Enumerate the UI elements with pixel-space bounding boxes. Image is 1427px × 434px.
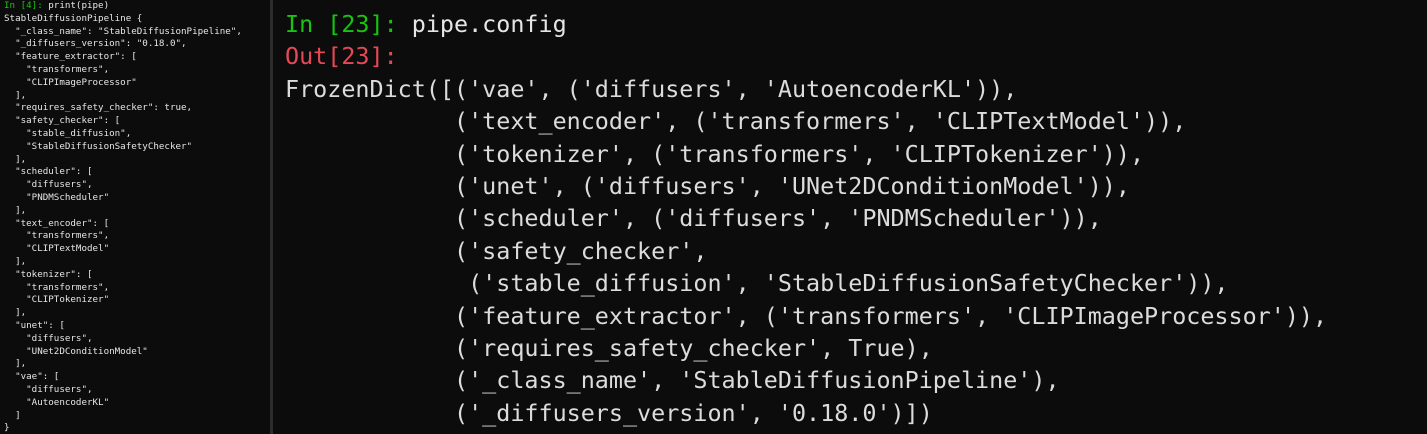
output-prompt: Out[23]: <box>285 42 398 71</box>
left-output-line: "tokenizer": [ <box>4 268 93 280</box>
left-output-line: "scheduler": [ <box>4 166 93 178</box>
left-output-line: "CLIPTextModel" <box>4 243 110 255</box>
left-output-line: "feature_extractor": [ <box>4 51 137 63</box>
input-prompt: In [23]: <box>285 10 398 38</box>
left-output-line: ], <box>4 307 27 319</box>
output-line: ('_class_name', 'StableDiffusionPipeline… <box>285 366 1060 395</box>
left-output-line: "CLIPTokenizer" <box>4 294 110 306</box>
left-output-line: "diffusers", <box>4 179 93 191</box>
left-input-line: In [4]: print(pipe) <box>4 0 109 13</box>
output-line: ('unet', ('diffusers', 'UNet2DConditionM… <box>285 172 1130 200</box>
left-input-command: print(pipe) <box>42 0 110 11</box>
output-line: ('text_encoder', ('transformers', 'CLIPT… <box>285 107 1187 136</box>
output-line: ('requires_safety_checker', True), <box>285 334 933 362</box>
output-line: ('safety_checker', <box>285 236 708 265</box>
terminal-window: In [4]: print(pipe) StableDiffusionPipel… <box>0 0 1427 434</box>
left-output-line: "safety_checker": [ <box>4 115 121 127</box>
left-terminal-pane[interactable]: In [4]: print(pipe) StableDiffusionPipel… <box>0 0 270 434</box>
input-line: In [23]: pipe.config <box>285 8 567 40</box>
left-output-line: "transformers", <box>4 281 110 293</box>
left-output-line: "PNDMScheduler" <box>4 192 110 203</box>
left-output-line: "transformers", <box>4 64 110 75</box>
left-output-line: "diffusers", <box>4 332 93 344</box>
left-output-line: "CLIPImageProcessor" <box>4 76 137 88</box>
left-output-line: ], <box>4 89 27 101</box>
left-output-line: "AutoencoderKL" <box>4 396 110 408</box>
output-line: ('stable_diffusion', 'StableDiffusionSaf… <box>285 269 1229 298</box>
left-output-line: "unet": [ <box>4 320 65 331</box>
left-output-line: "_diffusers_version": "0.18.0", <box>4 38 187 50</box>
left-output-line: "transformers", <box>4 230 110 242</box>
left-output-line: "_class_name": "StableDiffusionPipeline"… <box>4 25 242 37</box>
left-output-line: ], <box>4 153 27 165</box>
left-output-line: "UNet2DConditionModel" <box>4 345 148 357</box>
left-output-line: ], <box>4 204 27 216</box>
output-line: ('_diffusers_version', '0.18.0')]) <box>285 398 933 427</box>
output-line: FrozenDict([('vae', ('diffusers', 'Autoe… <box>285 74 1018 103</box>
left-output-line: "text_encoder": [ <box>4 217 110 229</box>
output-line: ('tokenizer', ('transformers', 'CLIPToke… <box>285 139 1145 168</box>
left-output-line: "stable_diffusion", <box>4 128 132 139</box>
input-command: pipe.config <box>397 10 567 38</box>
left-output-line: "diffusers", <box>4 384 93 395</box>
left-input-prompt: In [4]: <box>4 0 43 11</box>
left-output-line: } <box>4 422 10 434</box>
output-line: ('scheduler', ('diffusers', 'PNDMSchedul… <box>285 204 1102 233</box>
left-output-line: StableDiffusionPipeline { <box>4 12 143 24</box>
left-output-line: "vae": [ <box>4 371 60 383</box>
output-line: ('feature_extractor', ('transformers', '… <box>285 301 1328 330</box>
left-output-line: ], <box>4 256 27 267</box>
left-output-line: "requires_safety_checker": true, <box>4 102 193 114</box>
left-output-line: ], <box>4 358 27 370</box>
right-terminal-pane[interactable]: In [23]: pipe.config Out[23]: FrozenDict… <box>273 0 1427 434</box>
output-prompt-line: Out[23]: <box>285 40 398 72</box>
left-output-line: "StableDiffusionSafetyChecker" <box>4 140 193 152</box>
left-output-line: ] <box>4 409 21 421</box>
